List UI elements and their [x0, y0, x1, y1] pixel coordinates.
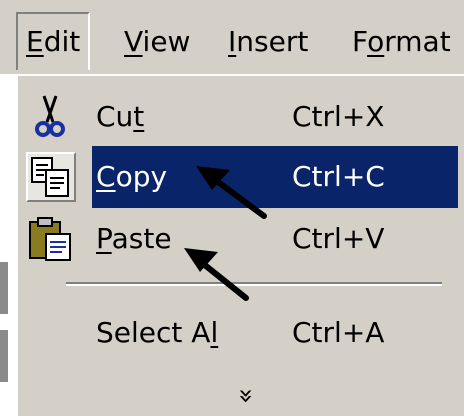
menu-format-rest: rmat [384, 25, 451, 58]
paste-icon [26, 214, 76, 264]
edit-dropdown-menu: Cut Ctrl+X Copy Ctrl+C Paste Ctrl+V Sele… [16, 74, 464, 416]
menu-bar: Edit View Insert Format [0, 0, 464, 74]
cut-mnemonic: t [133, 100, 145, 133]
menu-item-copy-shortcut: Ctrl+C [292, 160, 385, 193]
menu-item-copy[interactable]: Copy Ctrl+C [26, 146, 458, 208]
menu-item-copy-label: Copy [96, 146, 167, 208]
menu-item-cut[interactable]: Cut Ctrl+X [26, 86, 458, 148]
menu-item-cut-label: Cut [96, 86, 144, 148]
copy-rest: opy [115, 160, 168, 193]
menu-item-select-all-shortcut: Ctrl+A [292, 316, 385, 349]
expand-menu-chevron-icon[interactable]: » [226, 376, 266, 416]
menu-item-paste[interactable]: Paste Ctrl+V [26, 208, 458, 270]
toolbar-grip [0, 330, 8, 382]
menu-item-select-all-label: Select Al [96, 302, 218, 364]
copy-icon [26, 152, 76, 202]
scissors-icon [26, 92, 76, 142]
menu-format-mnemonic: o [367, 25, 385, 58]
menu-separator [66, 282, 442, 286]
cut-pre: Cu [96, 100, 134, 133]
menu-view-mnemonic: V [124, 25, 143, 58]
chevron-down-icon: » [230, 388, 261, 404]
menu-insert-rest: nsert [236, 25, 309, 58]
menu-edit-rest: dit [43, 25, 81, 58]
paste-mnemonic: P [96, 222, 112, 255]
menu-format[interactable]: Format [352, 18, 451, 66]
menu-item-paste-shortcut: Ctrl+V [292, 222, 385, 255]
copy-mnemonic: C [96, 160, 116, 193]
select-all-pre: Select A [96, 316, 211, 349]
menu-item-cut-shortcut: Ctrl+X [292, 100, 385, 133]
toolbar-grip [0, 262, 8, 314]
menu-item-paste-label: Paste [96, 208, 172, 270]
menu-insert[interactable]: Insert [228, 18, 308, 66]
paste-rest: aste [111, 222, 172, 255]
select-all-mnemonic: l [210, 316, 219, 349]
menu-edit-mnemonic: E [26, 25, 44, 58]
menu-view[interactable]: View [124, 18, 190, 66]
menu-view-rest: iew [142, 25, 191, 58]
menu-edit[interactable]: Edit [16, 12, 91, 70]
menu-item-select-all[interactable]: Select Al Ctrl+A [26, 302, 458, 364]
menu-format-pre: F [352, 25, 368, 58]
